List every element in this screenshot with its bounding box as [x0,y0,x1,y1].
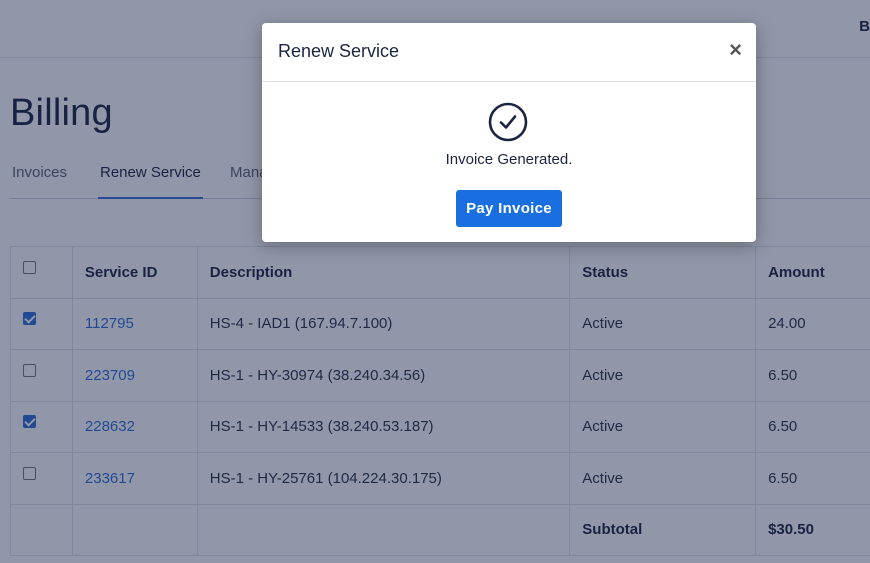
modal-header: Renew Service × [262,23,756,82]
modal-body: Invoice Generated. Pay Invoice [262,82,756,242]
modal-title: Renew Service [278,41,400,61]
check-circle-icon [488,102,528,142]
invoice-generated-message: Invoice Generated. [445,151,573,168]
pay-invoice-button[interactable]: Pay Invoice [456,190,562,227]
close-icon[interactable]: × [729,37,742,63]
renew-service-modal: Renew Service × Invoice Generated. Pay I… [262,23,756,242]
